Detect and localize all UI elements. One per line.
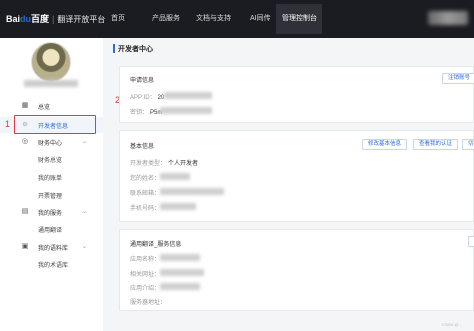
sidebar: ▦ 总览 ☺ 开发者信息 ◎ 财务中心 ⌄ 财务总览 我的账单 开票管理 ▤ 我… xyxy=(0,38,103,331)
chevron-down-icon: ⌄ xyxy=(82,244,88,250)
watermark: CSDN @... xyxy=(442,322,462,327)
apply-info-card: 申请信息 注销账号 APP ID： 20 密钥： P5m xyxy=(119,66,474,123)
user-menu[interactable] xyxy=(428,11,468,25)
grid-icon: ▦ xyxy=(21,102,29,109)
sidebar-item-finance-overview[interactable]: 财务总览 xyxy=(0,151,103,167)
library-icon: ▣ xyxy=(21,243,29,250)
sidebar-item-general-translation[interactable]: 通用翻译 xyxy=(0,221,103,237)
phone-blurred xyxy=(160,203,196,210)
finance-icon: ◎ xyxy=(21,138,29,145)
email-field: 联系邮箱： xyxy=(130,191,161,197)
apply-info-heading: 申请信息 xyxy=(130,78,155,84)
basic-info-card: 基本信息 修改基本信息 查看我的认证 切换 开发者类型：个人开发者 您的姓名： … xyxy=(119,130,474,222)
highlight-box-developer-info xyxy=(14,115,96,134)
server-address-field: 服务器地址： xyxy=(130,300,167,306)
page-title: 开发者中心 xyxy=(118,46,153,53)
baidu-logo[interactable]: Baidu百度 | 翻译开放平台 xyxy=(6,12,105,25)
edit-service-button[interactable] xyxy=(468,236,474,247)
app-desc-blurred xyxy=(160,283,200,290)
service-info-heading: 通用翻译_服务信息 xyxy=(130,242,182,248)
nav-products[interactable]: 产品服务 xyxy=(152,13,180,23)
sidebar-item-invoice[interactable]: 开票管理 xyxy=(0,187,103,203)
sidebar-item-overview[interactable]: ▦ 总览 xyxy=(0,98,103,114)
edit-basic-info-button[interactable]: 修改基本信息 xyxy=(362,139,408,150)
sidebar-item-corpus[interactable]: ▣ 我的语料库 ⌄ xyxy=(0,239,103,255)
email-blurred xyxy=(160,188,224,195)
switch-button[interactable]: 切换 xyxy=(462,139,474,150)
chevron-down-icon: ⌄ xyxy=(82,139,88,145)
annotation-number-1: 1 xyxy=(5,119,11,129)
nav-ai-interpret[interactable]: AI同传 xyxy=(250,13,271,23)
avatar[interactable] xyxy=(31,42,71,82)
app-id-blurred xyxy=(164,92,212,99)
app-url-field: 相关网址： xyxy=(130,272,161,278)
sidebar-item-my-services[interactable]: ▤ 我的服务 ⌄ xyxy=(0,204,103,220)
app-name-field: 应用名称： xyxy=(130,257,161,263)
service-info-card: 通用翻译_服务信息 应用名称： 相关网址： 应用介绍： 服务器地址： xyxy=(119,229,474,311)
sidebar-item-my-bills[interactable]: 我的账单 xyxy=(0,169,103,185)
basic-info-heading: 基本信息 xyxy=(130,144,155,150)
sidebar-item-finance[interactable]: ◎ 财务中心 ⌄ xyxy=(0,134,103,150)
document-icon: ▤ xyxy=(21,208,29,215)
top-navbar: Baidu百度 | 翻译开放平台 首页 产品服务 文档与支持 AI同传 管理控制台 xyxy=(0,0,474,38)
secret-key-blurred xyxy=(160,107,212,114)
developer-type-field: 开发者类型： 个人开发者 xyxy=(130,161,199,167)
cancel-account-button[interactable]: 注销账号 xyxy=(442,73,474,84)
nav-docs[interactable]: 文档与支持 xyxy=(196,13,231,23)
secret-key-field: 密钥： P5m xyxy=(130,110,163,116)
app-name-blurred xyxy=(160,254,200,261)
name-field: 您的姓名： xyxy=(130,176,161,182)
app-id-field: APP ID： 20 xyxy=(130,95,165,101)
name-blurred xyxy=(160,173,190,180)
sidebar-item-terminology[interactable]: 我的术语库 xyxy=(0,256,103,272)
phone-field: 手机号码： xyxy=(130,206,161,212)
chevron-down-icon: ⌄ xyxy=(82,209,88,215)
title-accent xyxy=(113,44,115,53)
view-certification-button[interactable]: 查看我的认证 xyxy=(413,139,459,150)
app-url-blurred xyxy=(160,269,204,276)
app-desc-field: 应用介绍： xyxy=(130,286,161,292)
nav-home[interactable]: 首页 xyxy=(111,13,125,23)
nav-console[interactable]: 管理控制台 xyxy=(276,4,322,34)
username-blurred xyxy=(24,80,78,87)
